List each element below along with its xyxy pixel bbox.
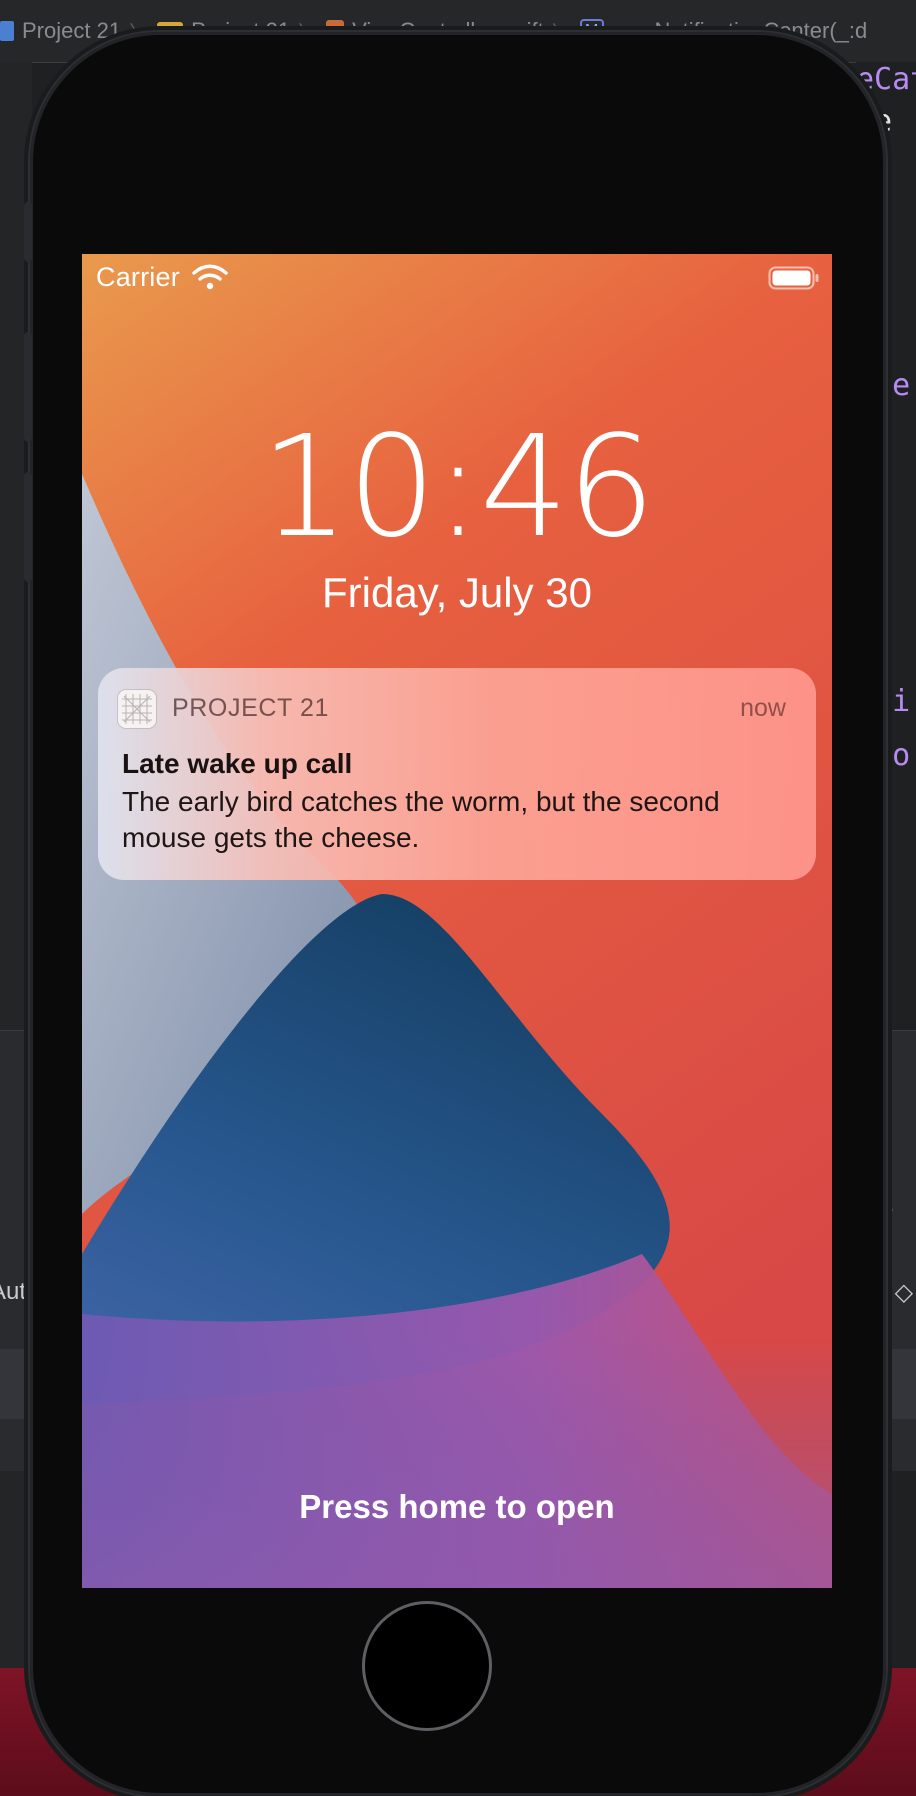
lock-screen[interactable]: Carrier 10:46 Friday, July 30 PROJECT 21…	[82, 254, 832, 1588]
notification-body: The early bird catches the worm, but the…	[122, 786, 720, 853]
lock-screen-date: Friday, July 30	[322, 569, 592, 616]
battery-icon	[768, 266, 819, 290]
breadcrumb-label: Project 21	[22, 18, 122, 43]
carrier-label: Carrier	[96, 262, 180, 292]
notification-title: Late wake up call	[122, 748, 353, 779]
notification-app-name: PROJECT 21	[172, 694, 329, 722]
notification-banner[interactable]: PROJECT 21 now Late wake up call The ear…	[98, 668, 816, 880]
volume-down-button[interactable]	[24, 472, 32, 582]
volume-up-button[interactable]	[24, 332, 32, 442]
home-button[interactable]	[362, 1601, 492, 1731]
notification-time: now	[740, 694, 786, 722]
breadcrumb-item-project[interactable]: Project 21	[0, 18, 121, 44]
file-icon	[0, 21, 14, 41]
app-icon	[118, 690, 156, 728]
press-home-prompt: Press home to open	[299, 1488, 615, 1525]
wifi-icon	[192, 264, 228, 290]
lock-screen-time: 10:46	[260, 406, 655, 569]
mute-switch	[24, 202, 32, 262]
